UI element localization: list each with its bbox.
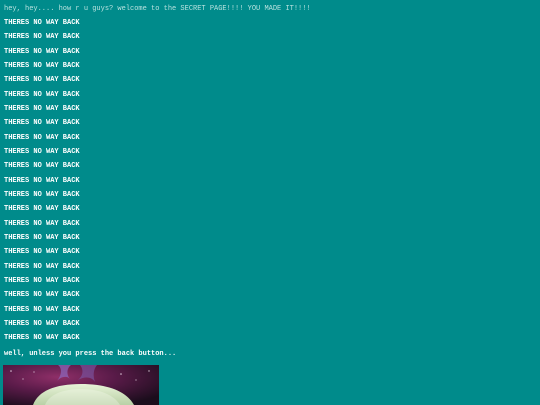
repeated-line: THERES NO WAY BACK [4,277,80,285]
repeated-line: THERES NO WAY BACK [4,306,80,314]
repeated-line: THERES NO WAY BACK [4,62,80,70]
repeated-line: THERES NO WAY BACK [4,162,80,170]
repeated-line: THERES NO WAY BACK [4,48,80,56]
repeated-line: THERES NO WAY BACK [4,191,80,199]
repeated-line: THERES NO WAY BACK [4,248,80,256]
repeated-line: THERES NO WAY BACK [4,33,80,41]
secret-page: hey, hey.... how r u guys? welcome to th… [0,0,540,405]
repeated-line: THERES NO WAY BACK [4,119,80,127]
space-illustration [3,365,159,405]
repeated-line: THERES NO WAY BACK [4,91,80,99]
repeated-line: THERES NO WAY BACK [4,177,80,185]
repeated-line: THERES NO WAY BACK [4,76,80,84]
repeated-line: THERES NO WAY BACK [4,134,80,142]
repeated-line: THERES NO WAY BACK [4,234,80,242]
repeated-line: THERES NO WAY BACK [4,291,80,299]
space-image [3,365,159,405]
repeated-line: THERES NO WAY BACK [4,334,80,342]
repeated-line: THERES NO WAY BACK [4,263,80,271]
repeated-line: THERES NO WAY BACK [4,148,80,156]
repeated-line: THERES NO WAY BACK [4,205,80,213]
repeated-line: THERES NO WAY BACK [4,320,80,328]
greeting-text: hey, hey.... how r u guys? welcome to th… [4,5,311,13]
back-button-hint: well, unless you press the back button..… [4,350,177,358]
repeated-line: THERES NO WAY BACK [4,19,80,27]
repeated-line: THERES NO WAY BACK [4,220,80,228]
repeated-line: THERES NO WAY BACK [4,105,80,113]
